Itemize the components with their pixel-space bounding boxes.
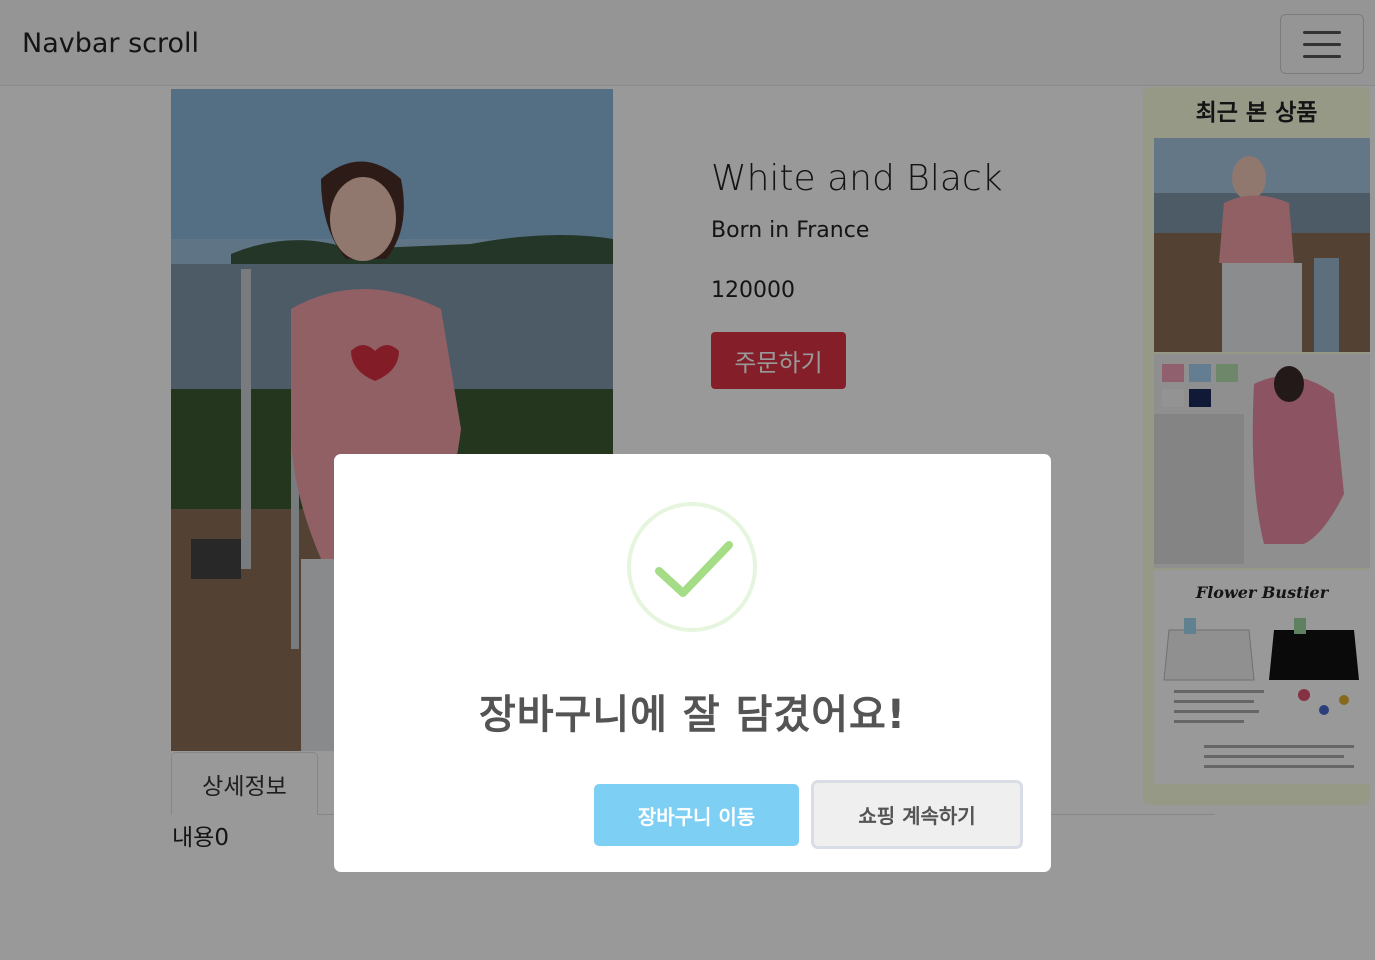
cart-added-modal: 장바구니에 잘 담겼어요! 장바구니 이동 쇼핑 계속하기	[334, 454, 1051, 872]
modal-title: 장바구니에 잘 담겼어요!	[478, 692, 907, 738]
go-to-cart-button[interactable]: 장바구니 이동	[594, 784, 799, 846]
continue-shopping-button[interactable]: 쇼핑 계속하기	[811, 780, 1023, 849]
success-check-icon	[627, 502, 757, 632]
